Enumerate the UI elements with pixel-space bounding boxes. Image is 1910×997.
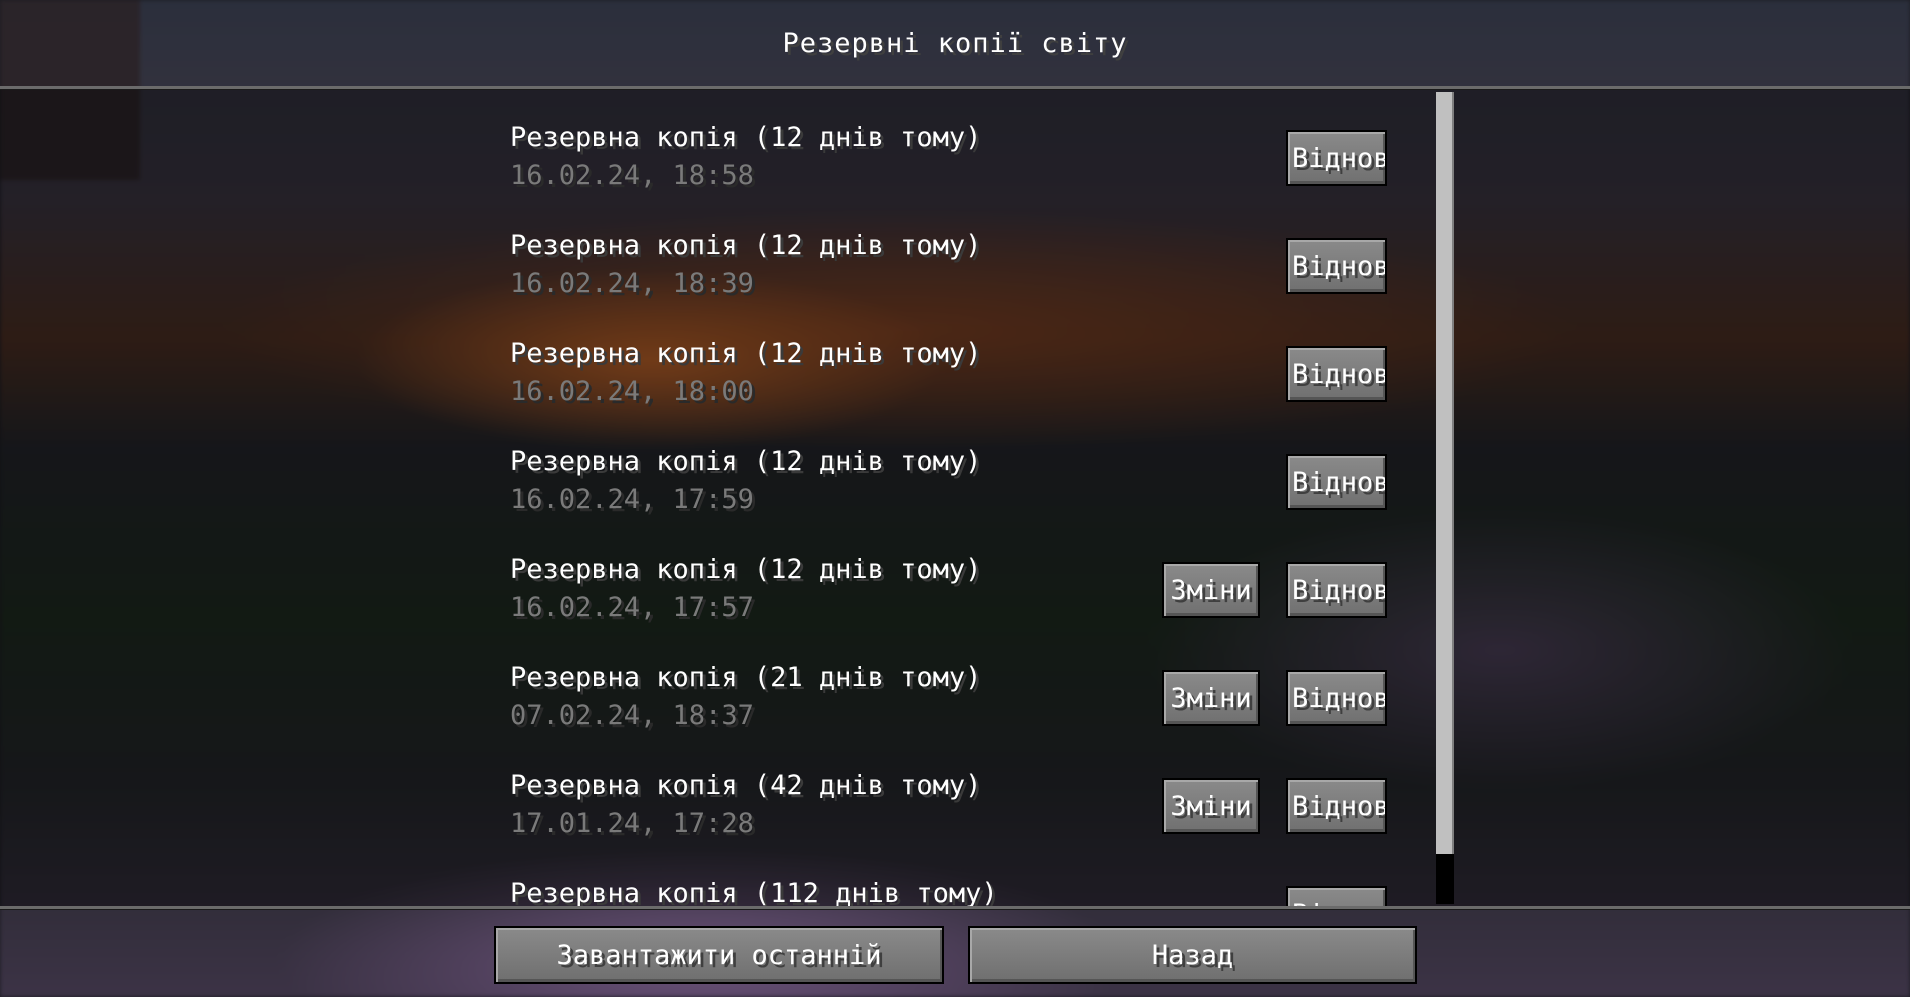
list-item: Резервна копія (12 днів тому) 16.02.24, …	[0, 424, 1910, 532]
backup-title: Резервна копія (112 днів тому)	[510, 878, 998, 906]
restore-button[interactable]: Віднови	[1286, 562, 1387, 618]
list-item: Резервна копія (42 днів тому) 17.01.24, …	[0, 748, 1910, 856]
backup-date: 16.02.24, 18:39	[510, 268, 754, 299]
backup-title: Резервна копія (42 днів тому)	[510, 770, 982, 801]
backup-title: Резервна копія (12 днів тому)	[510, 554, 982, 585]
page-title: Резервні копії світу	[782, 27, 1128, 59]
backup-date: 16.02.24, 18:58	[510, 160, 754, 191]
scrollbar-thumb[interactable]	[1436, 92, 1454, 854]
backup-title: Резервна копія (12 днів тому)	[510, 446, 982, 477]
backup-date: 17.01.24, 17:28	[510, 808, 754, 839]
backup-date: 16.02.24, 17:59	[510, 484, 754, 515]
restore-button[interactable]: Віднови	[1286, 670, 1387, 726]
list-item: Резервна копія (112 днів тому) Віднови	[0, 856, 1910, 906]
bottom-divider	[0, 906, 1910, 910]
changes-button[interactable]: Зміни	[1162, 562, 1260, 618]
list-item: Резервна копія (12 днів тому) 16.02.24, …	[0, 316, 1910, 424]
header: Резервні копії світу	[0, 0, 1910, 86]
restore-button[interactable]: Віднови	[1286, 778, 1387, 834]
restore-button[interactable]: Віднови	[1286, 238, 1387, 294]
restore-button[interactable]: Віднови	[1286, 346, 1387, 402]
backup-title: Резервна копія (12 днів тому)	[510, 338, 982, 369]
changes-button[interactable]: Зміни	[1162, 670, 1260, 726]
backup-list[interactable]: Резервна копія (12 днів тому) 16.02.24, …	[0, 90, 1910, 906]
list-item: Резервна копія (12 днів тому) 16.02.24, …	[0, 532, 1910, 640]
restore-button[interactable]: Віднови	[1286, 130, 1387, 186]
list-item: Резервна копія (12 днів тому) 16.02.24, …	[0, 100, 1910, 208]
back-button[interactable]: Назад	[968, 926, 1417, 984]
changes-button[interactable]: Зміни	[1162, 778, 1260, 834]
load-latest-button[interactable]: Завантажити останній	[494, 926, 944, 984]
backup-date: 07.02.24, 18:37	[510, 700, 754, 731]
list-item: Резервна копія (21 днів тому) 07.02.24, …	[0, 640, 1910, 748]
backup-title: Резервна копія (12 днів тому)	[510, 122, 982, 153]
list-item: Резервна копія (12 днів тому) 16.02.24, …	[0, 208, 1910, 316]
backup-date: 16.02.24, 17:57	[510, 592, 754, 623]
backup-date: 16.02.24, 18:00	[510, 376, 754, 407]
restore-button[interactable]: Віднови	[1286, 886, 1387, 906]
restore-button[interactable]: Віднови	[1286, 454, 1387, 510]
backup-title: Резервна копія (12 днів тому)	[510, 230, 982, 261]
backup-title: Резервна копія (21 днів тому)	[510, 662, 982, 693]
